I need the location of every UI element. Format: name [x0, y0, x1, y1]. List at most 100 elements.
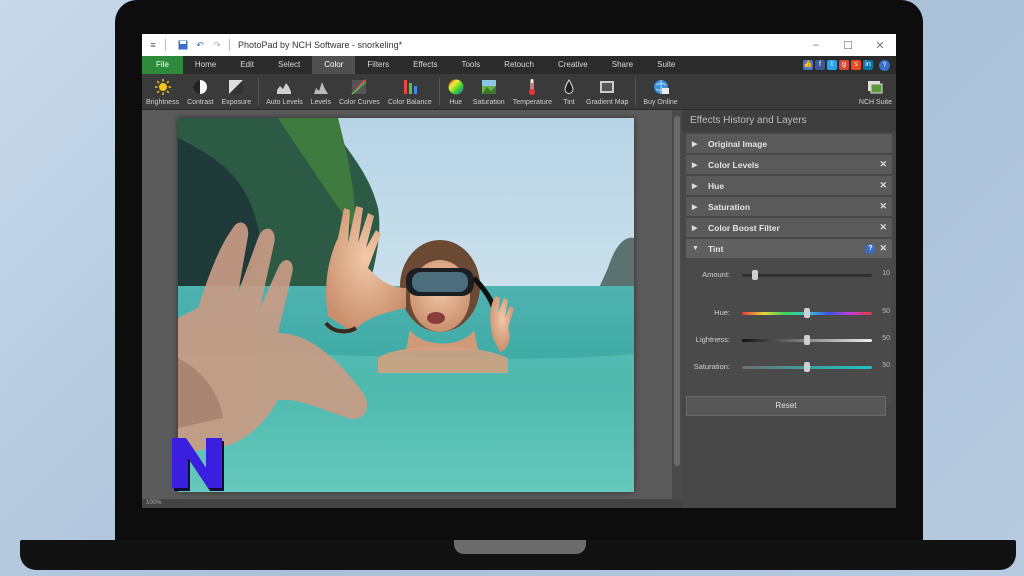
tool-label: Color Curves: [338, 99, 380, 106]
color-balance-button[interactable]: Color Balance: [384, 74, 436, 109]
menu-filters[interactable]: Filters: [355, 56, 401, 74]
facebook-icon[interactable]: f: [815, 60, 825, 70]
exposure-button[interactable]: Exposure: [218, 74, 256, 109]
redo-icon[interactable]: ↷: [211, 39, 223, 51]
lightness-slider[interactable]: [742, 335, 872, 345]
tool-label: Temperature: [512, 99, 552, 106]
gradient-map-button[interactable]: Gradient Map: [582, 74, 632, 109]
menu-share[interactable]: Share: [600, 56, 645, 74]
amount-row: Amount: 10: [686, 270, 892, 284]
menu-retouch[interactable]: Retouch: [492, 56, 546, 74]
menu-file[interactable]: File: [142, 56, 183, 74]
menu-select[interactable]: Select: [266, 56, 312, 74]
color-curves-button[interactable]: Color Curves: [335, 74, 384, 109]
stumble-icon[interactable]: s: [851, 60, 861, 70]
hue-icon: [447, 78, 465, 96]
layer-color-boost-filter[interactable]: ▶ Color Boost Filter ✕: [686, 218, 892, 237]
close-icon[interactable]: ✕: [879, 201, 887, 212]
hue-slider[interactable]: [742, 308, 872, 318]
amount-slider-handle[interactable]: [752, 270, 758, 280]
reset-button[interactable]: Reset: [686, 396, 886, 416]
menu-creative[interactable]: Creative: [546, 56, 600, 74]
expand-arrow-icon[interactable]: ▶: [692, 161, 700, 169]
brightness-button[interactable]: Brightness: [142, 74, 183, 109]
laptop-notch: [454, 540, 586, 554]
help-icon[interactable]: ?: [865, 243, 876, 254]
close-icon[interactable]: ✕: [879, 159, 887, 170]
hue-label: Hue:: [714, 308, 730, 317]
maximize-button[interactable]: ☐: [832, 39, 864, 52]
layer-label: Tint: [708, 243, 724, 254]
auto-levels-button[interactable]: Auto Levels: [262, 74, 307, 109]
tool-label: Levels: [310, 99, 331, 106]
app-menu-icon[interactable]: ≡: [147, 39, 159, 51]
menu-suite[interactable]: Suite: [645, 56, 687, 74]
expand-arrow-icon[interactable]: ▶: [692, 203, 700, 211]
layer-hue[interactable]: ▶ Hue ✕: [686, 176, 892, 195]
hue-button[interactable]: Hue: [443, 74, 469, 109]
tool-label: Color Balance: [387, 99, 432, 106]
social-links: 👍 f t g s in ?: [803, 59, 896, 71]
tint-settings: Amount: 10 Hue: 50 Lightness: 50 Saturat…: [686, 258, 892, 406]
twitter-icon[interactable]: t: [827, 60, 837, 70]
photo-snorkeling-girl: [178, 118, 634, 492]
undo-icon[interactable]: ↶: [194, 39, 206, 51]
menu-home[interactable]: Home: [183, 56, 228, 74]
layer-label: Color Boost Filter: [708, 222, 780, 233]
tool-label: Tint: [563, 99, 575, 106]
saturation-button[interactable]: Saturation: [469, 74, 509, 109]
saturation-slider[interactable]: [742, 362, 872, 372]
divider: [438, 78, 440, 105]
buy-online-button[interactable]: Buy Online: [639, 74, 681, 109]
layer-label: Saturation: [708, 201, 751, 212]
hue-slider-handle[interactable]: [804, 308, 810, 318]
lightness-row: Lightness: 50: [686, 335, 892, 349]
menu-edit[interactable]: Edit: [228, 56, 266, 74]
contrast-button[interactable]: Contrast: [183, 74, 217, 109]
collapse-arrow-icon[interactable]: ▼: [692, 245, 700, 252]
layer-saturation[interactable]: ▶ Saturation ✕: [686, 197, 892, 216]
layer-color-levels[interactable]: ▶ Color Levels ✕: [686, 155, 892, 174]
tool-label: Gradient Map: [586, 99, 629, 106]
minimize-button[interactable]: –: [800, 39, 832, 52]
expand-arrow-icon[interactable]: ▶: [692, 140, 700, 148]
scrollbar-thumb[interactable]: [674, 116, 680, 466]
window-title: PhotoPad by NCH Software - snorkeling*: [238, 40, 403, 50]
close-icon[interactable]: ✕: [879, 222, 887, 233]
menu-bar: File Home Edit Select Color Filters Effe…: [142, 56, 896, 74]
tool-label: Exposure: [221, 99, 252, 106]
help-icon[interactable]: ?: [879, 59, 890, 71]
menu-tools[interactable]: Tools: [449, 56, 492, 74]
tint-button[interactable]: Tint: [556, 74, 582, 109]
linkedin-icon[interactable]: in: [863, 60, 873, 70]
saturation-value: 50: [882, 362, 890, 369]
temperature-button[interactable]: Temperature: [509, 74, 556, 109]
like-icon[interactable]: 👍: [803, 60, 813, 70]
saturation-slider-handle[interactable]: [804, 362, 810, 372]
google-plus-icon[interactable]: g: [839, 60, 849, 70]
lightness-value: 50: [882, 335, 890, 342]
status-bar: 100%: [142, 499, 682, 508]
canvas-scrollbar[interactable]: [672, 110, 682, 499]
menu-effects[interactable]: Effects: [401, 56, 449, 74]
tool-label: NCH Suite: [858, 99, 892, 106]
gradient-map-icon: [598, 78, 616, 96]
levels-button[interactable]: Levels: [307, 74, 335, 109]
layer-label: Hue: [708, 180, 725, 191]
close-icon[interactable]: ✕: [879, 243, 887, 254]
layer-original-image[interactable]: ▶ Original Image: [686, 134, 892, 153]
expand-arrow-icon[interactable]: ▶: [692, 182, 700, 190]
menu-color[interactable]: Color: [312, 56, 356, 74]
zoom-level[interactable]: 100%: [146, 500, 161, 506]
hue-value: 50: [882, 308, 890, 315]
divider: [635, 78, 637, 105]
saturation-icon: [480, 78, 498, 96]
save-icon[interactable]: [177, 39, 189, 51]
close-icon[interactable]: ✕: [879, 180, 887, 191]
amount-slider[interactable]: [742, 270, 872, 280]
expand-arrow-icon[interactable]: ▶: [692, 224, 700, 232]
nch-suite-button[interactable]: NCH Suite: [855, 74, 896, 109]
layer-tint[interactable]: ▼ Tint ? ✕: [686, 239, 892, 258]
close-button[interactable]: ✕: [864, 39, 896, 52]
lightness-slider-handle[interactable]: [804, 335, 810, 345]
